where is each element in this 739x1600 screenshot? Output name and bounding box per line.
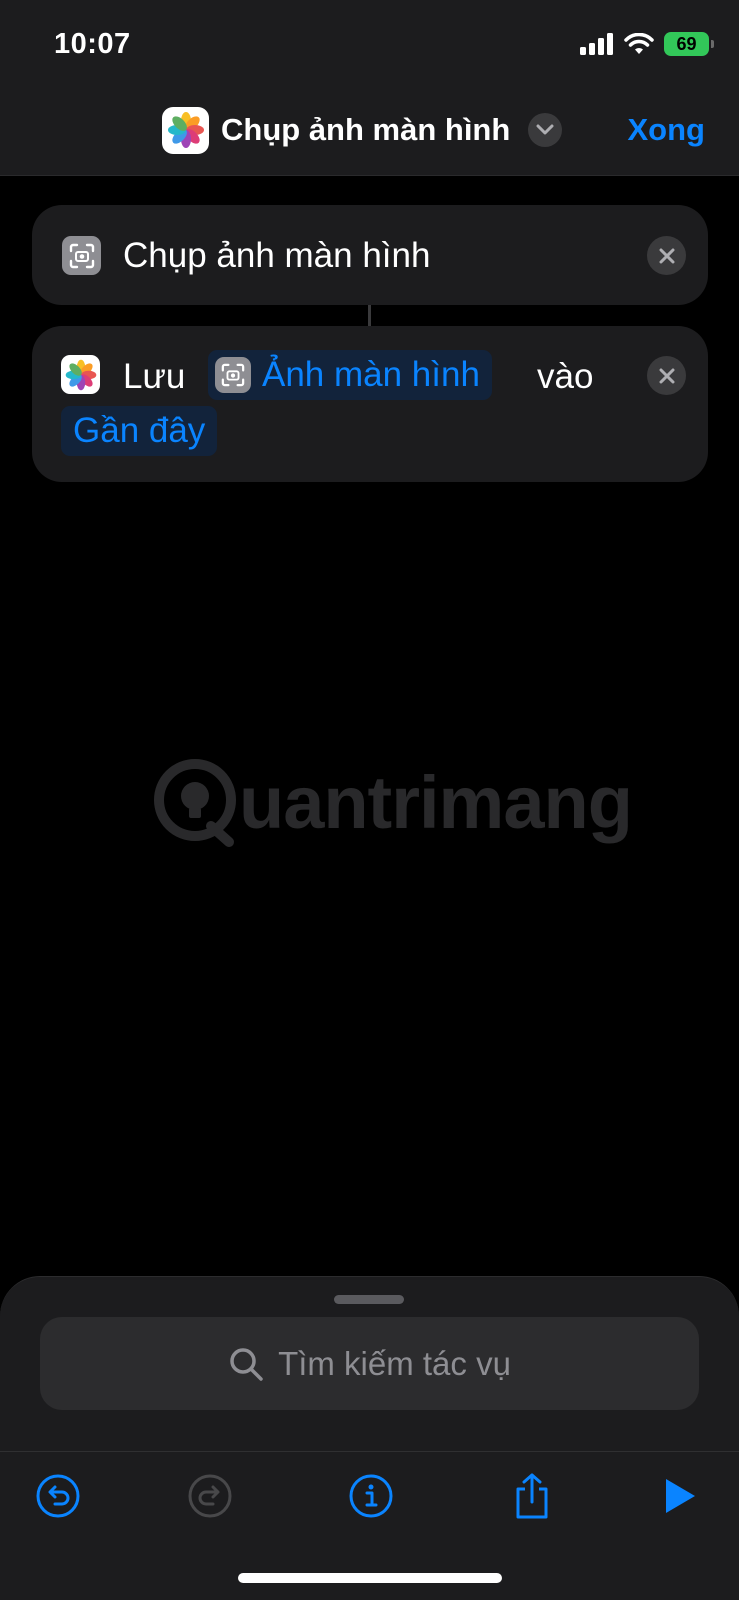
variable-token-screenshot[interactable]: Ảnh màn hình (208, 350, 492, 400)
redo-icon (188, 1474, 232, 1518)
top-bar: 10:07 69 Chụp ảnh màn hình Xong (0, 0, 739, 176)
lightbulb-logo-icon (154, 759, 236, 847)
action-connector-word: vào (537, 357, 594, 396)
wifi-icon (624, 33, 654, 54)
cellular-signal-icon (580, 33, 613, 55)
page-title: Chụp ảnh màn hình (221, 112, 511, 147)
watermark: uantrimang (151, 756, 633, 848)
info-button[interactable] (347, 1472, 395, 1520)
action-save-to-album[interactable]: Lưu Ảnh màn hình vào Gần đây (32, 326, 708, 482)
status-time: 10:07 (54, 28, 131, 60)
search-input[interactable]: Tìm kiếm tác vụ (40, 1317, 699, 1410)
share-button[interactable] (508, 1472, 556, 1520)
action-search-sheet: Tìm kiếm tác vụ (0, 1276, 739, 1451)
redo-button[interactable] (186, 1472, 234, 1520)
variable-label: Ảnh màn hình (262, 355, 480, 394)
close-icon (659, 368, 674, 383)
action-verb: Lưu (123, 357, 186, 396)
search-placeholder: Tìm kiếm tác vụ (278, 1344, 511, 1382)
screenshot-icon (215, 357, 251, 393)
battery-indicator: 69 (664, 32, 714, 56)
watermark-text: uantrimang (239, 760, 633, 844)
remove-action-button[interactable] (647, 236, 686, 275)
play-icon (666, 1479, 695, 1513)
undo-button[interactable] (34, 1472, 82, 1520)
album-label: Gần đây (73, 411, 206, 450)
run-button[interactable] (656, 1472, 704, 1520)
photos-icon (162, 106, 209, 154)
sheet-grabber[interactable] (334, 1295, 404, 1304)
remove-action-button[interactable] (647, 356, 686, 395)
title-dropdown-button[interactable] (528, 113, 563, 147)
undo-icon (36, 1474, 80, 1518)
photos-icon (61, 355, 100, 394)
search-icon (230, 1347, 263, 1381)
info-icon (349, 1474, 393, 1518)
share-icon (516, 1473, 548, 1519)
chevron-down-icon (536, 124, 554, 135)
battery-level: 69 (676, 33, 697, 54)
screenshot-icon (62, 236, 101, 275)
action-connector (368, 305, 371, 326)
close-icon (659, 248, 674, 263)
action-take-screenshot[interactable]: Chụp ảnh màn hình (32, 205, 708, 305)
shortcut-title-menu[interactable]: Chụp ảnh màn hình (162, 106, 563, 154)
action-title: Chụp ảnh màn hình (123, 236, 431, 275)
home-indicator[interactable] (238, 1573, 502, 1583)
status-indicators: 69 (580, 32, 714, 56)
done-button[interactable]: Xong (628, 112, 706, 148)
album-parameter[interactable]: Gần đây (61, 406, 218, 456)
